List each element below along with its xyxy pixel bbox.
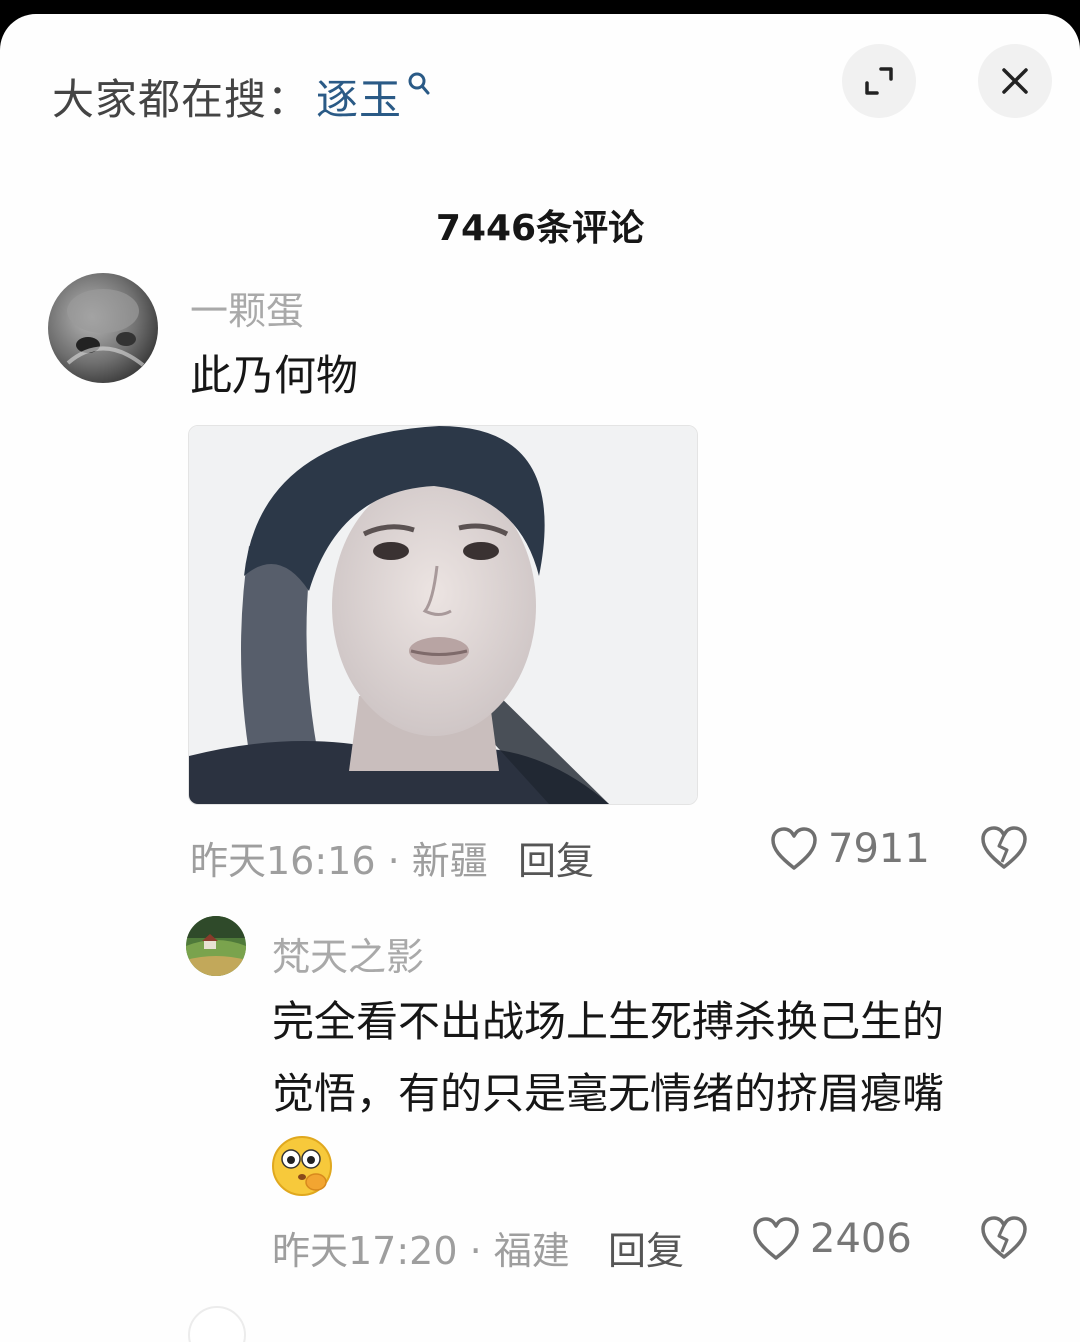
heart-icon [771, 827, 817, 870]
reply-text-line: 完全看不出战场上生死搏杀换己生的 [272, 997, 945, 1046]
close-button[interactable] [978, 44, 1052, 118]
expand-icon [865, 67, 893, 95]
meta-separator: · [387, 839, 412, 883]
comment-time: 昨天16:16 [190, 839, 376, 883]
broken-heart-icon [981, 1216, 1027, 1259]
reply-avatar[interactable] [186, 916, 246, 976]
dislike-button[interactable] [980, 1216, 1028, 1264]
dislike-button[interactable] [980, 826, 1028, 874]
comment-username[interactable]: 一颗蛋 [190, 280, 304, 335]
reply-time: 昨天17:20 [272, 1229, 458, 1273]
comment-image[interactable] [188, 425, 698, 805]
reply-button[interactable]: 回复 [518, 830, 594, 885]
search-term-link[interactable]: 逐玉 [316, 66, 402, 127]
comment-meta: 昨天16:16 · 新疆 [190, 830, 488, 885]
reply-button[interactable]: 回复 [608, 1220, 684, 1275]
expand-button[interactable] [842, 44, 916, 118]
comment-text: 此乃何物 [190, 351, 359, 400]
comment-location: 新疆 [411, 839, 488, 883]
search-prefix: 大家都在搜： [52, 74, 311, 124]
like-count: 2406 [810, 1216, 912, 1262]
broken-heart-icon [981, 826, 1027, 869]
reply-text: 完全看不出战场上生死搏杀换己生的 觉悟，有的只是毫无情绪的挤眉瘪嘴 [272, 986, 1032, 1130]
like-count: 7911 [828, 826, 930, 872]
next-comment-avatar[interactable] [188, 1306, 246, 1342]
emoji-icon [270, 1134, 334, 1198]
reply-text-line: 觉悟，有的只是毫无情绪的挤眉瘪嘴 [272, 1069, 945, 1118]
trending-search[interactable]: 大家都在搜： 逐玉 [52, 66, 432, 126]
close-icon [1002, 68, 1028, 94]
reply-username[interactable]: 梵天之影 [272, 926, 424, 981]
heart-icon [753, 1217, 799, 1260]
comment-count-title: 7446条评论 [435, 208, 645, 249]
comment-sheet: 大家都在搜： 逐玉 7446条评论 一颗蛋 此乃何物 昨天16:16 · 新疆 … [0, 14, 1080, 1342]
search-icon [406, 70, 432, 100]
avatar[interactable] [48, 273, 158, 383]
reply-meta: 昨天17:20 · 福建 [272, 1220, 570, 1275]
like-button[interactable]: 7911 [770, 826, 930, 872]
like-button[interactable]: 2406 [752, 1216, 912, 1262]
reply-location: 福建 [493, 1229, 570, 1273]
meta-separator: · [469, 1229, 494, 1273]
